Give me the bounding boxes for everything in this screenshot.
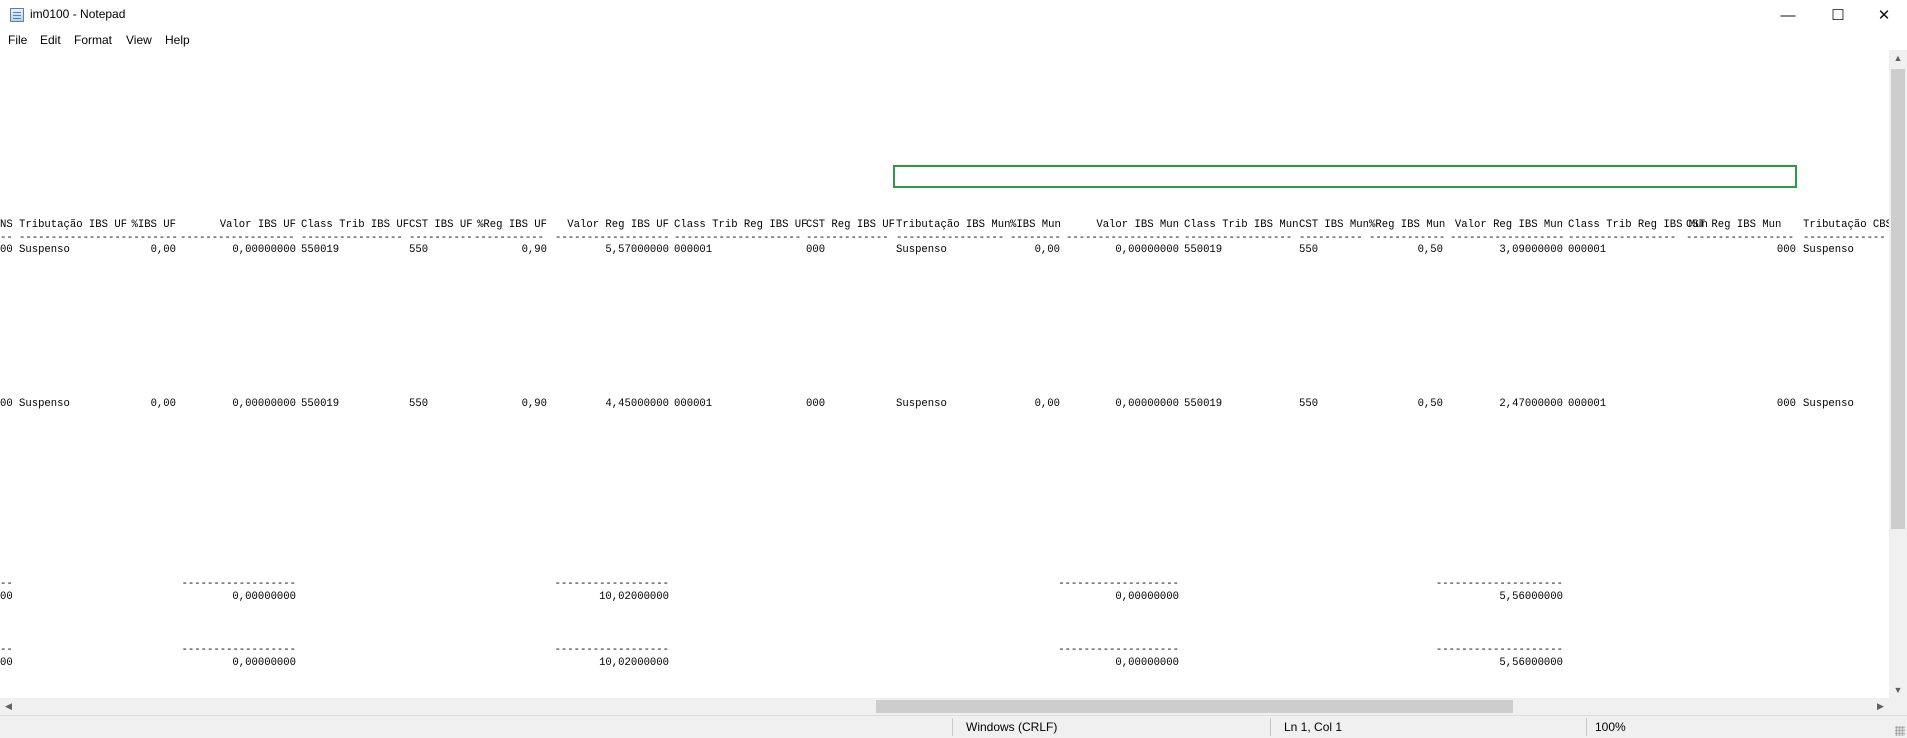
scroll-down-icon[interactable]: ▼	[1889, 682, 1907, 698]
scrollbar-corner	[1889, 698, 1907, 715]
menu-help[interactable]: Help	[165, 33, 190, 47]
menu-format[interactable]: Format	[74, 33, 112, 47]
text-editor[interactable]	[0, 50, 1889, 698]
zoom-status: 100%	[1595, 720, 1626, 734]
minimize-icon: —	[1780, 6, 1796, 24]
minimize-button[interactable]: —	[1765, 0, 1811, 30]
cursor-position-status: Ln 1, Col 1	[1284, 720, 1343, 734]
scroll-up-icon[interactable]: ▲	[1889, 50, 1907, 66]
menu-bar: File Edit Format View Help	[0, 30, 1907, 51]
scroll-left-icon[interactable]: ◀	[0, 698, 17, 715]
status-bar: Windows (CRLF) Ln 1, Col 1 100%	[0, 715, 1907, 738]
notepad-icon	[10, 8, 24, 22]
highlight-box	[893, 165, 1797, 188]
maximize-icon: ☐	[1831, 7, 1845, 24]
scroll-right-icon[interactable]: ▶	[1872, 698, 1889, 715]
menu-view[interactable]: View	[126, 33, 152, 47]
resize-grip-icon[interactable]	[1895, 726, 1905, 736]
horizontal-scroll-thumb[interactable]	[876, 700, 1513, 713]
maximize-button[interactable]: ☐	[1815, 0, 1861, 30]
status-separator	[1270, 718, 1271, 736]
title-bar: im0100 - Notepad — ☐ ✕	[0, 0, 1907, 30]
menu-edit[interactable]: Edit	[40, 33, 61, 47]
status-separator	[952, 718, 953, 736]
vertical-scroll-thumb[interactable]	[1891, 69, 1905, 529]
menu-file[interactable]: File	[8, 33, 27, 47]
window-title: im0100 - Notepad	[30, 7, 126, 21]
line-ending-status: Windows (CRLF)	[966, 720, 1058, 734]
close-icon: ✕	[1877, 7, 1891, 24]
close-button[interactable]: ✕	[1861, 0, 1907, 30]
status-separator	[1586, 718, 1587, 736]
